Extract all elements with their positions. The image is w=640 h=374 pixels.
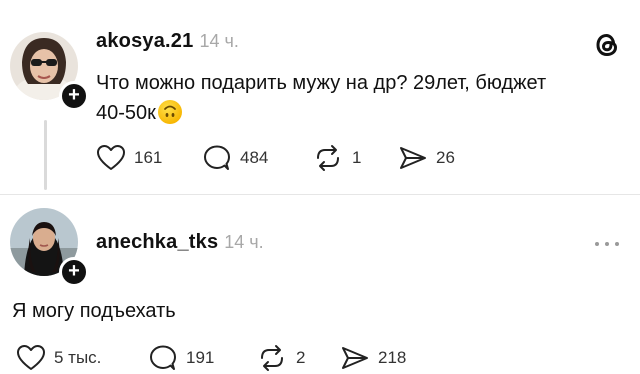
post-repost-count: 1 — [352, 148, 362, 167]
threads-logo-icon[interactable] — [592, 30, 622, 60]
reply-share-button[interactable]: 218 — [340, 344, 406, 372]
reply-comment-button[interactable]: 191 — [148, 344, 214, 372]
follow-plus-icon[interactable]: + — [59, 81, 89, 111]
upside-down-face-emoji-icon — [157, 100, 182, 124]
post-repost-button[interactable]: 1 — [312, 144, 361, 172]
divider — [0, 194, 640, 195]
repost-icon — [261, 345, 283, 371]
post-share-count: 26 — [436, 148, 455, 167]
reply-repost-button[interactable]: 2 — [256, 344, 305, 372]
heart-icon — [97, 145, 125, 170]
reply-username[interactable]: anechka_tks — [96, 231, 218, 253]
reply-header: anechka_tks 14 ч. — [96, 231, 264, 254]
more-dots-icon[interactable] — [593, 236, 621, 254]
post-share-button[interactable]: 26 — [398, 144, 455, 172]
reply-share-count: 218 — [378, 348, 407, 367]
reply-like-button[interactable]: 5 тыс. — [16, 344, 101, 372]
post-like-count: 161 — [134, 148, 163, 167]
post-body: Что можно подарить мужу на др? 29лет, бю… — [96, 68, 616, 128]
post-header: akosya.21 14 ч. — [96, 30, 239, 53]
follow-plus-icon[interactable]: + — [59, 257, 89, 287]
send-icon — [342, 347, 368, 369]
thread-line — [44, 120, 47, 190]
reply-text: Я могу подъехать — [12, 300, 176, 322]
send-icon — [400, 147, 426, 169]
comment-bubble-icon — [204, 145, 230, 170]
post-username[interactable]: akosya.21 — [96, 30, 193, 52]
repost-icon — [317, 145, 339, 171]
post-comment-count: 484 — [240, 148, 269, 167]
reply-time: 14 ч. — [224, 232, 264, 252]
reply-comment-count: 191 — [186, 348, 215, 367]
post-text-line-2: 40-50к — [96, 102, 156, 124]
post-comment-button[interactable]: 484 — [202, 144, 268, 172]
post-like-button[interactable]: 161 — [96, 144, 162, 172]
reply-repost-count: 2 — [296, 348, 306, 367]
post-time: 14 ч. — [199, 31, 239, 51]
heart-icon — [17, 345, 45, 370]
post-text-line-1: Что можно подарить мужу на др? 29лет, бю… — [96, 72, 547, 94]
post-text-line-2-wrap: 40-50к — [96, 98, 616, 128]
reply-like-count: 5 тыс. — [54, 348, 102, 367]
comment-bubble-icon — [150, 345, 176, 370]
